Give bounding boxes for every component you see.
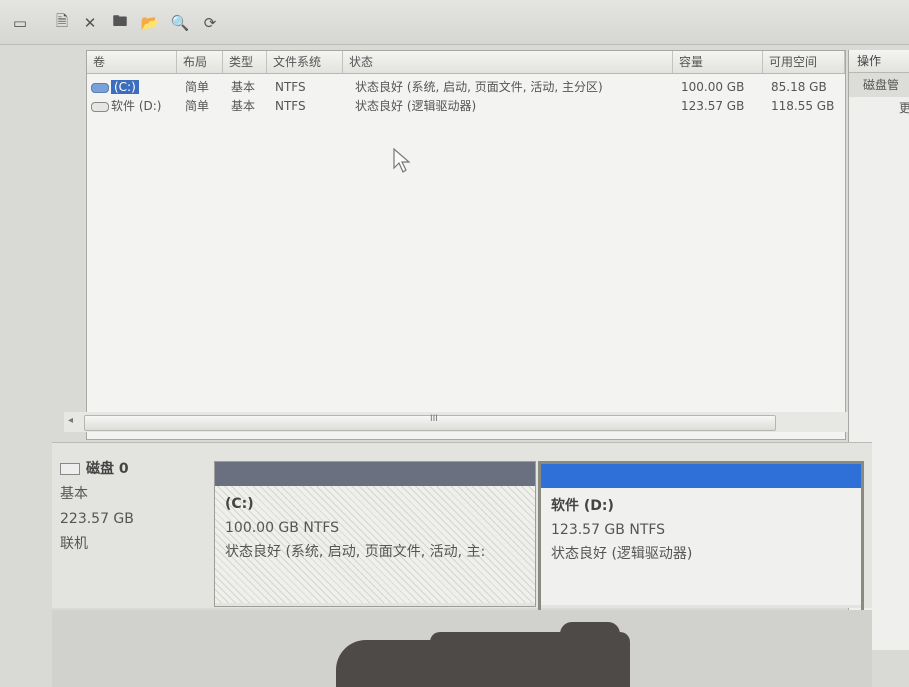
drive-icon — [91, 101, 109, 112]
disk-graph-view: 磁盘 0 基本 223.57 GB 联机 (C:) 100.00 GB NTFS… — [52, 442, 872, 613]
column-header-type[interactable]: 类型 — [223, 51, 267, 73]
scroll-left-icon[interactable]: ◂ — [68, 415, 73, 426]
partition-status: 状态良好 (逻辑驱动器) — [551, 546, 693, 562]
disk-icon — [60, 463, 80, 475]
disk-size: 223.57 GB — [60, 511, 134, 527]
volume-cell: 软件 (D:) — [91, 98, 161, 115]
table-row[interactable]: (C:) 简单 基本 NTFS 状态良好 (系统, 启动, 页面文件, 活动, … — [87, 79, 845, 96]
partition-size: 123.57 GB NTFS — [551, 522, 666, 538]
column-header-status[interactable]: 状态 — [343, 51, 673, 73]
partition-size: 100.00 GB NTFS — [225, 520, 340, 536]
layout-cell: 简单 — [185, 99, 210, 113]
toolbar: ▭ 🗎 ✕ 🖿 📂 🔍 ⟳ — [0, 0, 909, 45]
partition-c-body: (C:) 100.00 GB NTFS 状态良好 (系统, 启动, 页面文件, … — [215, 486, 535, 603]
type-cell: 基本 — [231, 80, 256, 94]
partition-d-bar — [541, 464, 861, 488]
capacity-cell: 100.00 GB — [681, 80, 745, 94]
volume-name: 软件 (D:) — [111, 99, 162, 113]
free-space-cell: 85.18 GB — [771, 80, 827, 94]
volume-cell: (C:) — [91, 79, 139, 96]
partition-name: (C:) — [225, 496, 254, 512]
new-folder-icon[interactable]: 🖿 — [110, 12, 130, 33]
filesystem-cell: NTFS — [275, 80, 306, 94]
properties-icon[interactable]: 🗎 — [52, 12, 72, 33]
volume-list: 卷 布局 类型 文件系统 状态 容量 可用空间 (C:) 简单 基本 NTFS … — [86, 50, 846, 440]
partition-d[interactable]: 软件 (D:) 123.57 GB NTFS 状态良好 (逻辑驱动器) — [538, 461, 864, 613]
free-space-cell: 118.55 GB — [771, 99, 835, 113]
volume-list-header: 卷 布局 类型 文件系统 状态 容量 可用空间 — [87, 51, 845, 74]
delete-icon[interactable]: ✕ — [80, 13, 100, 33]
disk-name: 磁盘 0 — [86, 461, 129, 477]
table-row[interactable]: 软件 (D:) 简单 基本 NTFS 状态良好 (逻辑驱动器) 123.57 G… — [87, 98, 845, 115]
horizontal-scrollbar[interactable]: ◂ III ▸ — [64, 412, 862, 432]
open-icon[interactable]: 📂 — [140, 13, 160, 33]
disk-status: 联机 — [60, 536, 88, 552]
dark-shape — [560, 622, 620, 652]
column-header-filesystem[interactable]: 文件系统 — [267, 51, 343, 73]
disk-info[interactable]: 磁盘 0 基本 223.57 GB 联机 — [60, 457, 134, 557]
search-icon[interactable]: 🔍 — [170, 13, 190, 33]
actions-more[interactable]: 更 — [849, 97, 909, 119]
type-cell: 基本 — [231, 99, 256, 113]
actions-disk-management[interactable]: 磁盘管 — [849, 73, 909, 97]
scrollbar-thumb[interactable]: III — [84, 414, 776, 431]
partition-name: 软件 (D:) — [551, 498, 614, 514]
status-cell: 状态良好 (系统, 启动, 页面文件, 活动, 主分区) — [355, 80, 603, 94]
column-header-volume[interactable]: 卷 — [87, 51, 177, 73]
filesystem-cell: NTFS — [275, 99, 306, 113]
column-header-layout[interactable]: 布局 — [177, 51, 223, 73]
console-icon[interactable]: ▭ — [10, 13, 30, 33]
status-cell: 状态良好 (逻辑驱动器) — [355, 99, 477, 113]
actions-title: 操作 — [849, 50, 909, 73]
scrollbar-grip-icon: III — [430, 414, 438, 424]
layout-cell: 简单 — [185, 80, 210, 94]
partition-status: 状态良好 (系统, 启动, 页面文件, 活动, 主: — [225, 544, 486, 560]
partition-c[interactable]: (C:) 100.00 GB NTFS 状态良好 (系统, 启动, 页面文件, … — [214, 461, 536, 607]
column-header-free-space[interactable]: 可用空间 — [763, 51, 845, 73]
refresh-icon[interactable]: ⟳ — [200, 13, 220, 33]
mouse-cursor-icon — [393, 148, 411, 173]
drive-icon — [91, 82, 109, 93]
column-header-capacity[interactable]: 容量 — [673, 51, 763, 73]
partition-d-body: 软件 (D:) 123.57 GB NTFS 状态良好 (逻辑驱动器) — [541, 488, 861, 605]
partition-c-bar — [215, 462, 535, 486]
capacity-cell: 123.57 GB — [681, 99, 745, 113]
volume-name: (C:) — [111, 80, 139, 94]
disk-type: 基本 — [60, 486, 88, 502]
